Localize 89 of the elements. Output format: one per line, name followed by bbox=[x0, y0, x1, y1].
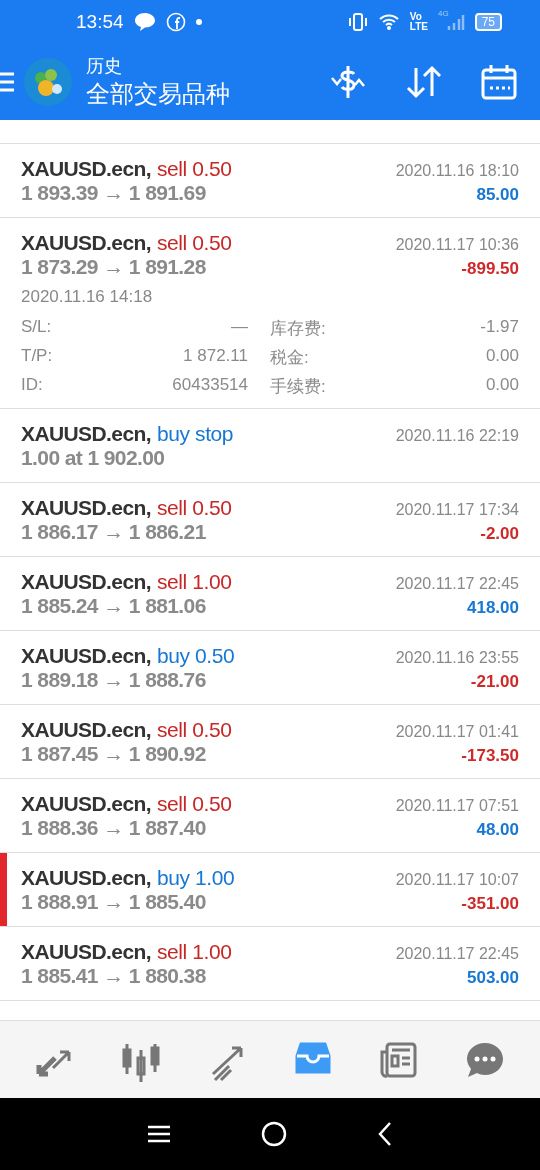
detail-label: S/L: bbox=[21, 317, 52, 338]
price-range: 1 888.36 → 1 887.40 bbox=[21, 816, 206, 840]
trade-row[interactable]: XAUUSD.ecn, sell 0.50 2020.11.17 07:51 1 888.36 → 1 887.40 48.00 bbox=[0, 779, 540, 853]
order-type: sell 1.00 bbox=[156, 940, 232, 964]
network-type-label: 4G bbox=[437, 9, 449, 18]
order-type: buy 1.00 bbox=[156, 866, 235, 890]
wifi-icon bbox=[377, 12, 400, 32]
order-type: sell 0.50 bbox=[156, 792, 232, 816]
close-time: 2020.11.16 23:55 bbox=[395, 649, 519, 667]
close-time: 2020.11.17 10:36 bbox=[395, 236, 519, 254]
order-type: buy stop bbox=[156, 422, 234, 446]
detail-value: 0.00 bbox=[485, 375, 519, 396]
symbol-label: XAUUSD.ecn, bbox=[21, 940, 151, 964]
symbol-label: XAUUSD.ecn, bbox=[21, 231, 151, 255]
trade-row[interactable]: XAUUSD.ecn, buy stop 2020.11.16 22:19 1.00 at 1 902.00 bbox=[0, 409, 540, 483]
profit-value: 85.00 bbox=[476, 185, 519, 205]
symbol-label: XAUUSD.ecn, bbox=[21, 644, 151, 668]
profit-value: -173.50 bbox=[461, 746, 519, 766]
symbol-label: XAUUSD.ecn, bbox=[21, 496, 151, 520]
order-type: sell 0.50 bbox=[156, 157, 232, 181]
symbol-label: XAUUSD.ecn, bbox=[21, 718, 151, 742]
home-icon[interactable] bbox=[261, 1121, 287, 1147]
detail-value: 1 872.11 bbox=[183, 346, 248, 367]
vibrate-icon bbox=[347, 11, 368, 33]
trade-row[interactable]: XAUUSD.ecn, buy 1.00 2020.11.17 10:07 1 888.91 → 1 885.40 -351.00 bbox=[0, 853, 540, 927]
profit-value: -21.00 bbox=[470, 672, 519, 692]
order-type: sell 0.50 bbox=[156, 231, 232, 255]
chat-bubble-icon bbox=[133, 12, 156, 32]
order-type: sell 0.50 bbox=[156, 718, 232, 742]
trade-row[interactable]: XAUUSD.ecn, sell 1.00 2020.11.17 22:45 1 885.41 → 1 880.38 503.00 bbox=[0, 927, 540, 1001]
price-range: 1 873.29 → 1 891.28 bbox=[21, 255, 206, 279]
close-time: 2020.11.16 22:19 bbox=[395, 427, 519, 445]
app-logo-icon bbox=[24, 58, 72, 106]
back-icon[interactable] bbox=[377, 1121, 393, 1147]
open-time: 2020.11.16 14:18 bbox=[21, 287, 153, 306]
close-time: 2020.11.17 10:07 bbox=[395, 871, 519, 889]
price-range: 1.00 at 1 902.00 bbox=[21, 446, 165, 470]
signal-icon bbox=[446, 12, 465, 32]
detail-label: 库存费: bbox=[270, 318, 326, 340]
price-range: 1 886.17 → 1 886.21 bbox=[21, 520, 206, 544]
close-time: 2020.11.17 17:34 bbox=[395, 501, 519, 519]
symbol-label: XAUUSD.ecn, bbox=[21, 570, 151, 594]
calendar-icon[interactable] bbox=[480, 62, 518, 102]
clock: 13:54 bbox=[76, 11, 124, 33]
close-time: 2020.11.17 22:45 bbox=[395, 945, 519, 963]
facebook-icon bbox=[165, 12, 186, 32]
price-range: 1 888.91 → 1 885.40 bbox=[21, 890, 206, 914]
price-range: 1 889.18 → 1 888.76 bbox=[21, 668, 206, 692]
menu-icon[interactable] bbox=[147, 1124, 171, 1144]
network-label: Vo LTE bbox=[409, 12, 428, 32]
price-range: 1 885.24 → 1 881.06 bbox=[21, 594, 206, 618]
screen-title: 历史 bbox=[86, 55, 123, 78]
trade-row[interactable]: XAUUSD.ecn, sell 0.50 2020.11.16 18:10 1 893.39 → 1 891.69 85.00 bbox=[0, 143, 540, 218]
trade-row[interactable]: XAUUSD.ecn, sell 0.50 2020.11.17 17:34 1 886.17 → 1 886.21 -2.00 bbox=[0, 483, 540, 557]
detail-value: -1.97 bbox=[480, 317, 519, 338]
close-time: 2020.11.17 07:51 bbox=[395, 797, 519, 815]
detail-value: 60433514 bbox=[172, 375, 248, 396]
trade-row[interactable]: XAUUSD.ecn, sell 0.50 2020.11.17 01:41 1 887.45 → 1 890.92 -173.50 bbox=[0, 705, 540, 779]
profit-value: -899.50 bbox=[461, 259, 519, 279]
profit-value: 503.00 bbox=[467, 968, 519, 988]
detail-value: 0.00 bbox=[485, 346, 519, 367]
trade-row[interactable]: XAUUSD.ecn, buy 0.50 2020.11.16 23:55 1 889.18 → 1 888.76 -21.00 bbox=[0, 631, 540, 705]
profit-value: 418.00 bbox=[467, 598, 519, 618]
detail-label: 税金: bbox=[270, 347, 309, 369]
trade-row[interactable]: XAUUSD.ecn, sell 0.50 2020.11.17 10:36 1 873.29 → 1 891.28 -899.50 2020.11.16 14:18 S/L: — 库存费: -1.97 T/P: 1 872.11 税金: 0.00 ID: 60433514 手续费: 0.00 bbox=[0, 218, 540, 409]
detail-label: T/P: bbox=[21, 346, 53, 367]
detail-value: — bbox=[231, 317, 248, 338]
profit-value: -351.00 bbox=[461, 894, 519, 914]
symbol-label: XAUUSD.ecn, bbox=[21, 422, 151, 446]
price-range: 1 893.39 → 1 891.69 bbox=[21, 181, 206, 205]
symbol-label: XAUUSD.ecn, bbox=[21, 157, 151, 181]
close-time: 2020.11.17 01:41 bbox=[395, 723, 519, 741]
price-range: 1 885.41 → 1 880.38 bbox=[21, 964, 206, 988]
order-type: buy 0.50 bbox=[156, 644, 235, 668]
symbol-label: XAUUSD.ecn, bbox=[21, 866, 151, 890]
order-type: sell 1.00 bbox=[156, 570, 232, 594]
order-type: sell 0.50 bbox=[156, 496, 232, 520]
detail-label: 手续费: bbox=[270, 376, 326, 398]
battery-icon: 75 bbox=[474, 13, 502, 31]
trade-row[interactable]: XAUUSD.ecn, sell 1.00 2020.11.17 22:45 1 885.24 → 1 881.06 418.00 bbox=[0, 557, 540, 631]
close-time: 2020.11.16 18:10 bbox=[395, 162, 519, 180]
dot-icon bbox=[195, 19, 202, 25]
close-time: 2020.11.17 22:45 bbox=[395, 575, 519, 593]
profit-value: -2.00 bbox=[480, 524, 519, 544]
profit-value: 48.00 bbox=[476, 820, 519, 840]
symbol-label: XAUUSD.ecn, bbox=[21, 792, 151, 816]
price-range: 1 887.45 → 1 890.92 bbox=[21, 742, 206, 766]
detail-label: ID: bbox=[21, 375, 43, 396]
symbol-filter[interactable]: 全部交易品种 bbox=[86, 78, 230, 110]
